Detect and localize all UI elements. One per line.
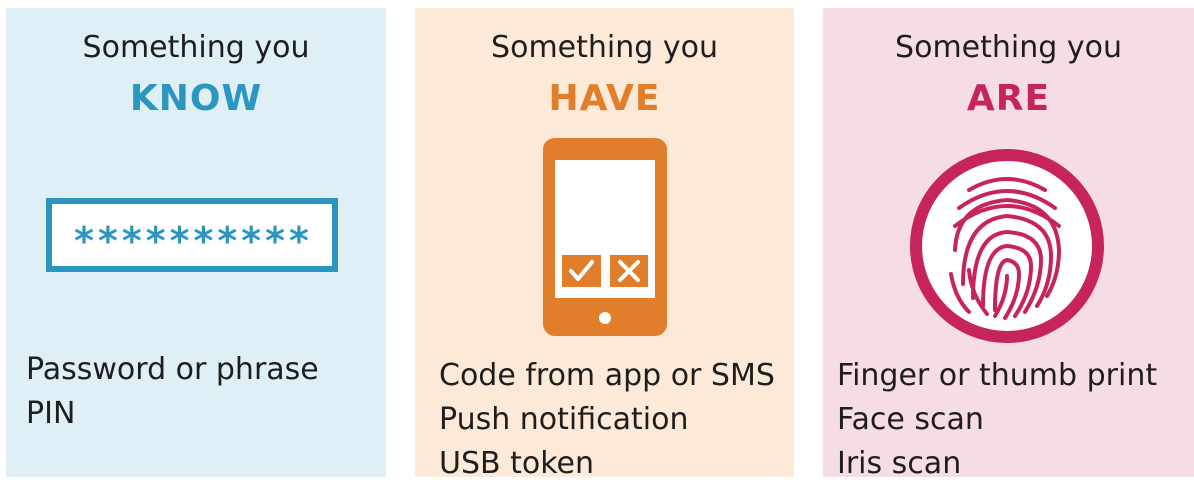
know-intro: Something you	[82, 30, 310, 65]
know-panel: Something you KNOW ********** Password o…	[6, 8, 386, 477]
smartphone-icon	[543, 138, 667, 336]
have-panel: Something you HAVE Code from app or SMS …	[415, 8, 794, 481]
are-intro: Something you	[895, 30, 1122, 65]
are-keyword: ARE	[966, 78, 1051, 119]
list-item: Face scan	[837, 402, 984, 437]
password-mask: **********	[72, 219, 312, 263]
are-examples-list: Finger or thumb print Face scan Iris sca…	[837, 354, 1157, 486]
know-keyword: KNOW	[129, 78, 263, 119]
are-panel: Something you ARE Finger or thumb print …	[823, 8, 1194, 481]
list-item: Push notification	[439, 402, 689, 437]
list-item: Iris scan	[837, 446, 962, 481]
list-item: Password or phrase	[26, 352, 319, 387]
password-field-icon: **********	[46, 198, 338, 272]
list-item: USB token	[439, 446, 595, 481]
list-item: Code from app or SMS	[439, 358, 775, 393]
have-examples-list: Code from app or SMS Push notification U…	[439, 354, 775, 486]
list-item: Finger or thumb print	[837, 358, 1158, 393]
have-intro: Something you	[491, 30, 718, 65]
fingerprint-icon	[910, 149, 1104, 343]
list-item: PIN	[26, 396, 76, 431]
know-examples-list: Password or phrase PIN	[26, 348, 319, 436]
have-keyword: HAVE	[548, 78, 661, 119]
